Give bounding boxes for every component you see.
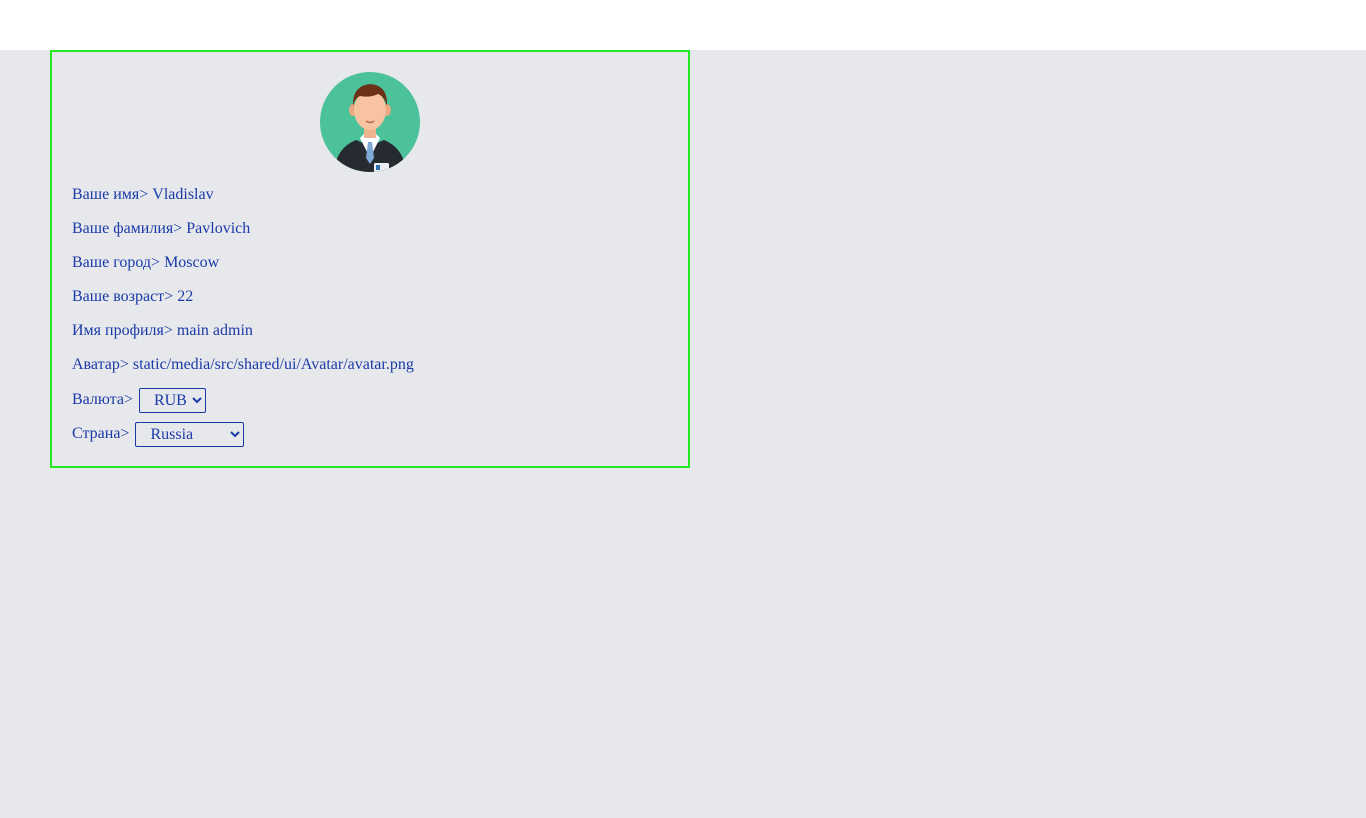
page-content: Ваше имя> Vladislav Ваше фамилия> Pavlov… xyxy=(0,50,1366,818)
country-select[interactable]: Russia xyxy=(135,421,245,447)
username-row: Имя профиля> main admin xyxy=(72,318,253,344)
last-name-label: Ваше фамилия> xyxy=(72,220,183,237)
username-value: main admin xyxy=(176,322,253,339)
age-value: 22 xyxy=(177,288,194,305)
city-value: Moscow xyxy=(164,254,220,271)
last-name-value: Pavlovich xyxy=(186,220,251,237)
person-avatar-icon xyxy=(320,72,420,172)
currency-row: Валюта> RUB xyxy=(72,387,206,413)
country-row: Страна> Russia xyxy=(72,421,245,447)
currency-select[interactable]: RUB xyxy=(138,387,206,413)
top-bar xyxy=(0,0,1366,50)
first-name-value: Vladislav xyxy=(152,186,214,203)
profile-card: Ваше имя> Vladislav Ваше фамилия> Pavlov… xyxy=(50,50,690,468)
age-label: Ваше возраст> xyxy=(72,288,174,305)
currency-label: Валюта> xyxy=(72,391,133,408)
city-row: Ваше город> Moscow xyxy=(72,250,219,276)
age-row: Ваше возраст> 22 xyxy=(72,284,193,310)
city-label: Ваше город> xyxy=(72,254,161,271)
avatar-label: Аватар> xyxy=(72,356,129,373)
avatar-row: Аватар> static/media/src/shared/ui/Avata… xyxy=(72,352,414,378)
username-label: Имя профиля> xyxy=(72,322,173,339)
country-label: Страна> xyxy=(72,425,130,442)
first-name-row: Ваше имя> Vladislav xyxy=(72,182,214,208)
avatar-path-value: static/media/src/shared/ui/Avatar/avatar… xyxy=(132,356,414,373)
last-name-row: Ваше фамилия> Pavlovich xyxy=(72,216,250,242)
first-name-label: Ваше имя> xyxy=(72,186,149,203)
